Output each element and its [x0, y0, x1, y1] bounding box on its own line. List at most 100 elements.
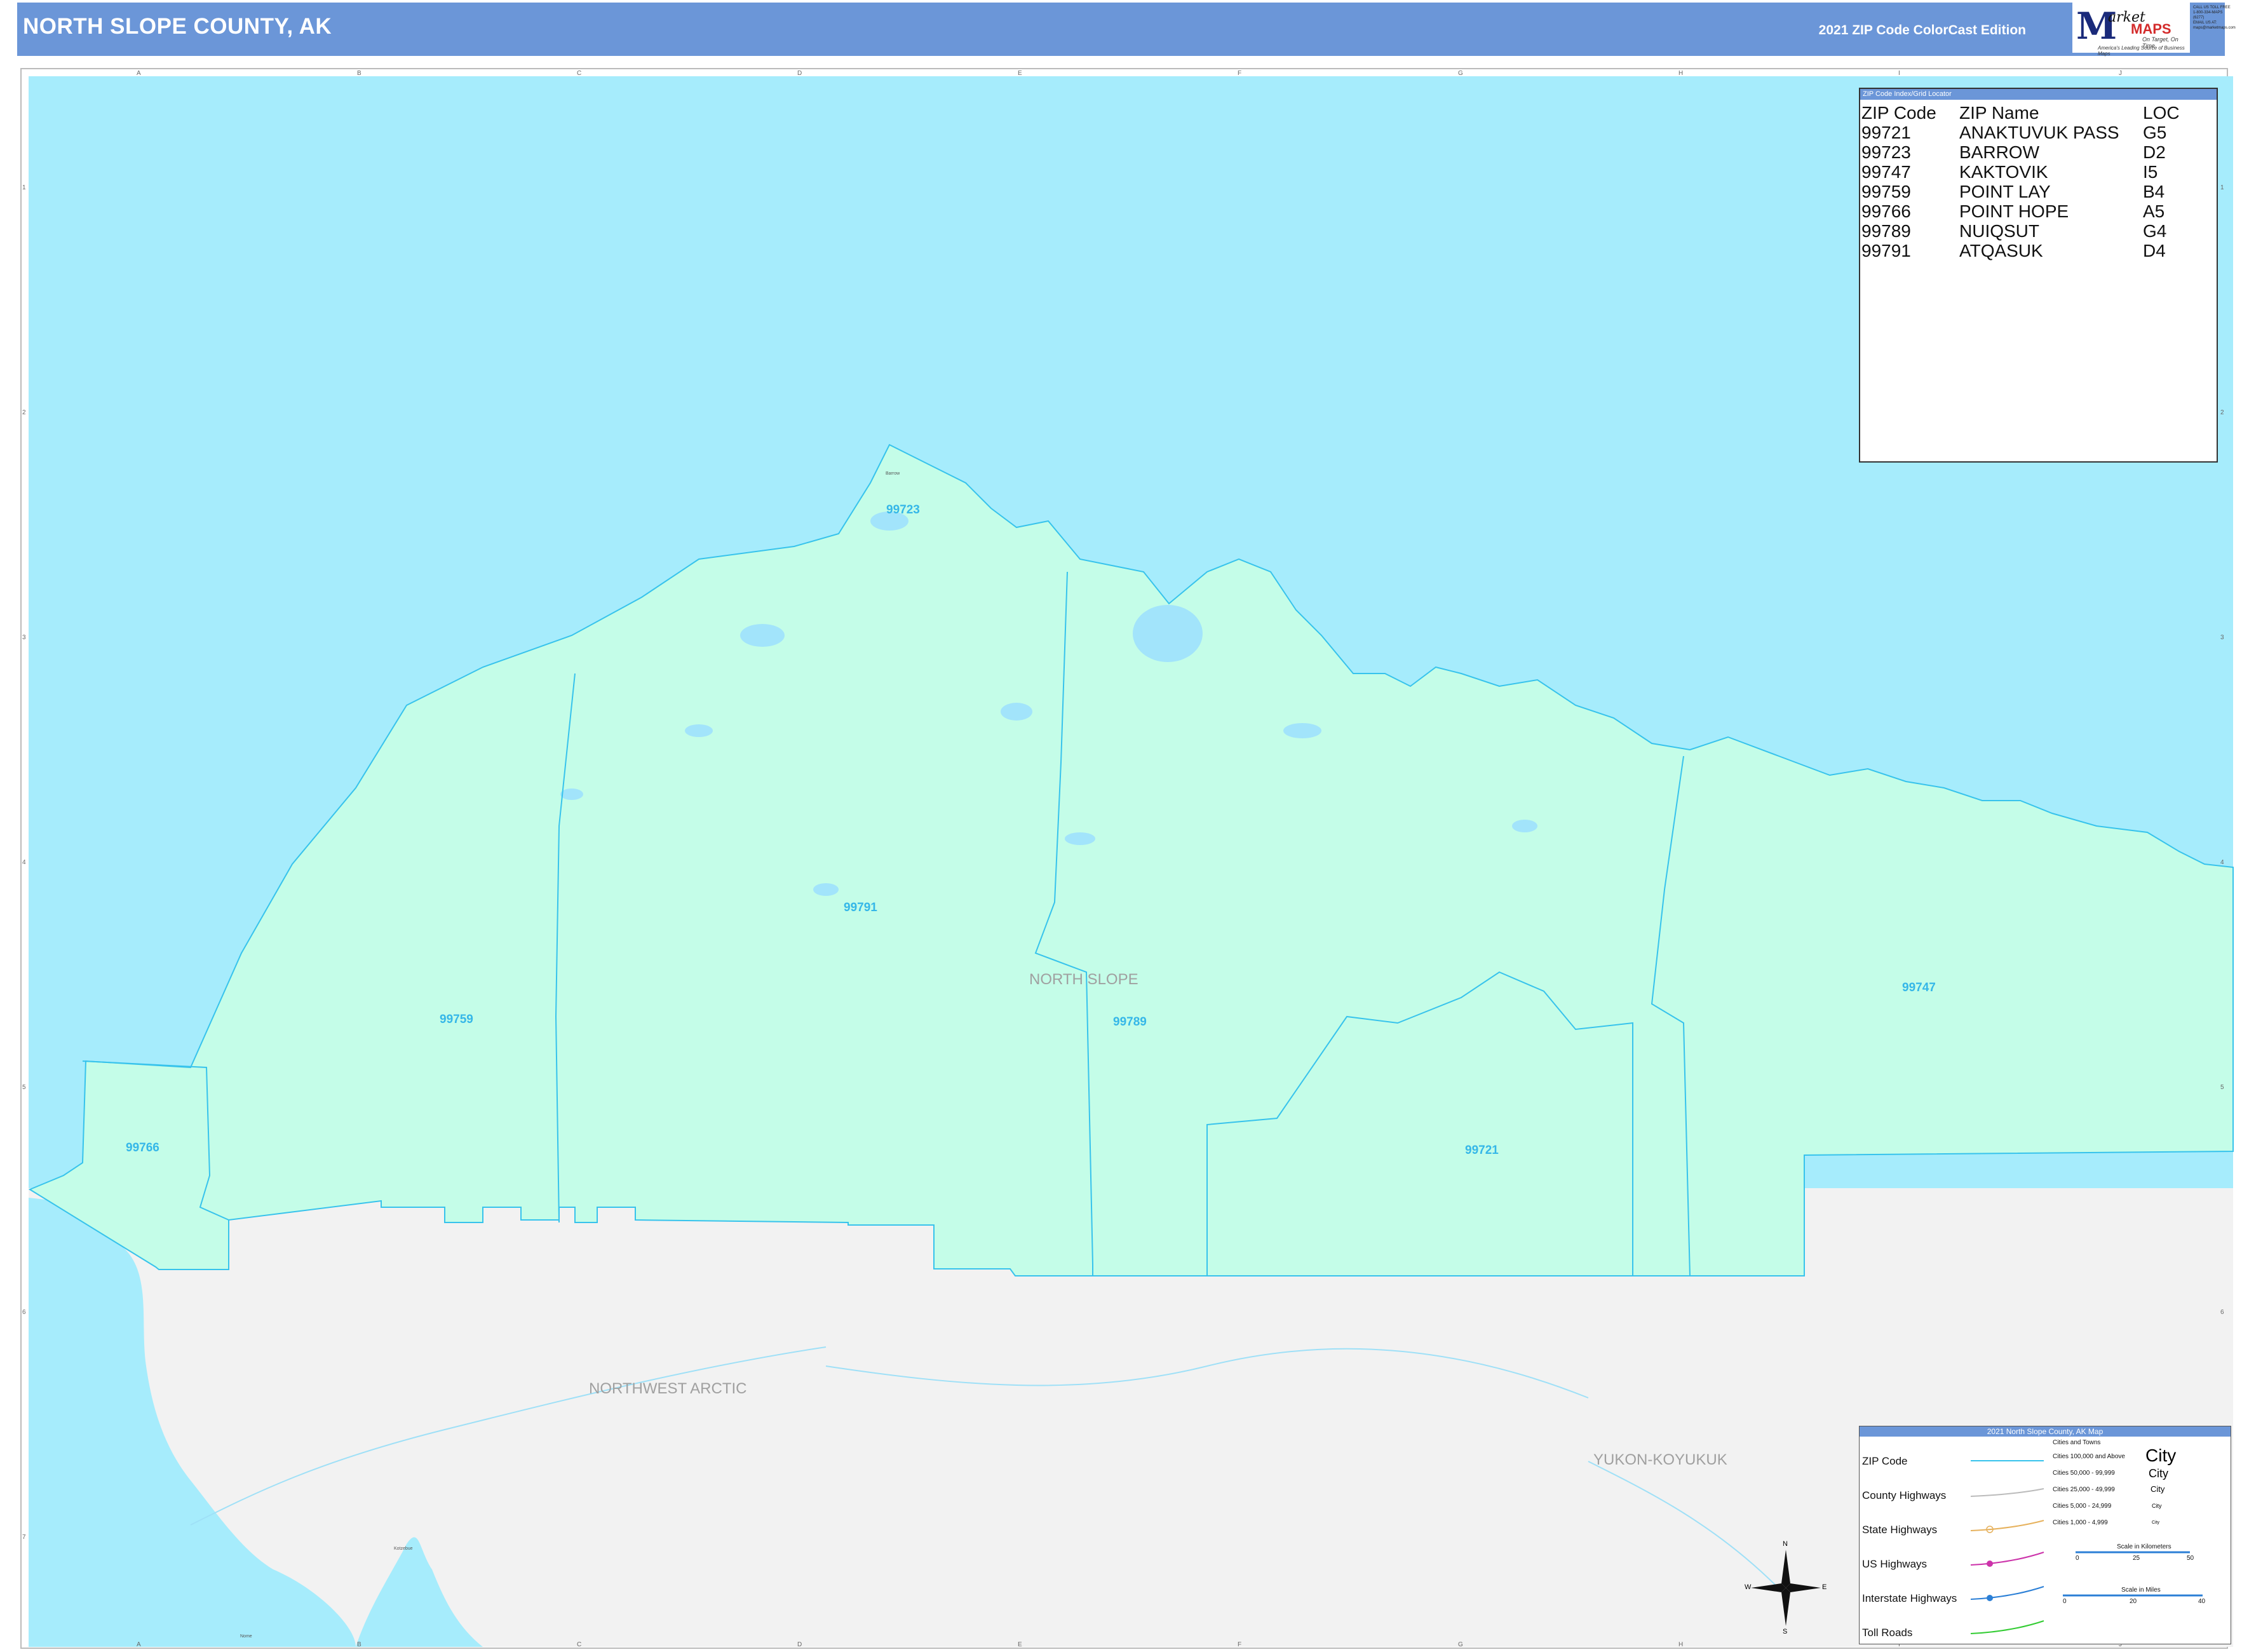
grid-col-label: F	[1238, 1641, 1242, 1648]
table-row: 99723 BARROW D2	[1861, 142, 2182, 162]
zip-loc-cell: A5	[2143, 201, 2165, 221]
scale-km-title: Scale in Kilometers	[2117, 1543, 2171, 1550]
legend-city-sample: City	[2152, 1520, 2160, 1525]
grid-row-label: 4	[22, 859, 26, 866]
grid-row-label: 1	[2220, 184, 2224, 191]
grid-col-label: G	[1458, 1641, 1463, 1648]
scale-miles-tick: 0	[2063, 1598, 2067, 1605]
zip-name-cell: POINT HOPE	[1959, 201, 2069, 221]
grid-col-label: B	[357, 1641, 361, 1648]
legend-city-class: Cities 25,000 - 49,999	[2053, 1486, 2115, 1493]
scale-miles-tick: 40	[2198, 1598, 2206, 1605]
zip-loc-cell: G5	[2143, 123, 2167, 142]
scale-miles-title: Scale in Miles	[2121, 1587, 2161, 1594]
table-row: 99721 ANAKTUVUK PASS G5	[1861, 123, 2182, 142]
region-label-northwest-arctic: NORTHWEST ARCTIC	[589, 1380, 747, 1397]
grid-col-label: H	[1678, 70, 1684, 77]
grid-row-label: 5	[2220, 1084, 2224, 1091]
grid-col-label: E	[1018, 70, 1022, 77]
grid-row-label: 3	[22, 634, 26, 641]
table-row: 99789 NUIQSUT G4	[1861, 221, 2182, 241]
scale-km-tick: 0	[2076, 1555, 2079, 1562]
grid-col-label: B	[357, 70, 361, 77]
grid-row-label: 4	[2220, 859, 2224, 866]
grid-col-label: F	[1238, 70, 1242, 77]
legend-city-class: Cities 1,000 - 4,999	[2053, 1519, 2108, 1526]
zip-index-header-row: ZIP Code ZIP Name LOC	[1861, 103, 2182, 123]
zip-code-cell: 99747	[1861, 162, 1911, 182]
grid-row-label: 1	[22, 184, 26, 191]
zip-code-cell: 99766	[1861, 201, 1911, 221]
zip-label[interactable]: 99723	[886, 503, 920, 517]
grid-col-label: G	[1458, 70, 1463, 77]
grid-row-label: 5	[22, 1084, 26, 1091]
grid-col-label: D	[797, 1641, 802, 1648]
table-row: 99791 ATQASUK D4	[1861, 241, 2182, 261]
zip-label[interactable]: 99789	[1113, 1015, 1147, 1029]
legend-city-sample: City	[2151, 1484, 2165, 1494]
legend-panel: 2021 North Slope County, AK Map ZIP Code…	[1859, 1426, 2231, 1644]
grid-col-label: A	[137, 1641, 141, 1648]
grid-col-label: C	[577, 70, 582, 77]
legend-city-sample: City	[2149, 1467, 2168, 1480]
grid-col-label: E	[1018, 1641, 1022, 1648]
table-row: 99759 POINT LAY B4	[1861, 182, 2182, 201]
zip-name-cell: NUIQSUT	[1959, 221, 2039, 241]
legend-city-sample: City	[2152, 1503, 2162, 1509]
zip-loc-cell: D2	[2143, 142, 2166, 162]
zip-index-col-header: ZIP Name	[1959, 103, 2039, 123]
grid-row-label: 7	[22, 1534, 26, 1541]
legend-city-class: Cities 5,000 - 24,999	[2053, 1503, 2112, 1510]
zip-loc-cell: G4	[2143, 221, 2167, 241]
table-row: 99747 KAKTOVIK I5	[1861, 162, 2182, 182]
zip-code-cell: 99791	[1861, 241, 1911, 261]
zip-label[interactable]: 99759	[440, 1013, 473, 1027]
zip-name-cell: KAKTOVIK	[1959, 162, 2048, 182]
zip-code-cell: 99721	[1861, 123, 1911, 142]
grid-col-label: A	[137, 70, 141, 77]
compass-n: N	[1783, 1540, 1788, 1548]
compass-rose: N S W E	[1745, 1540, 1827, 1635]
zip-loc-cell: I5	[2143, 162, 2158, 182]
table-row: 99766 POINT HOPE A5	[1861, 201, 2182, 221]
region-label-yukon-koyukuk: YUKON-KOYUKUK	[1593, 1451, 1727, 1468]
legend-city-class: Cities 100,000 and Above	[2053, 1453, 2125, 1460]
grid-col-label: J	[2119, 70, 2122, 77]
grid-row-label: 2	[2220, 409, 2224, 416]
zip-index-table: ZIP Code ZIP Name LOC 99721 ANAKTUVUK PAS…	[1861, 103, 2182, 261]
zip-name-cell: POINT LAY	[1959, 182, 2051, 201]
grid-row-label: 6	[2220, 1309, 2224, 1316]
zip-label[interactable]: 99721	[1465, 1144, 1499, 1158]
grid-col-label: D	[797, 70, 802, 77]
scale-km-tick: 50	[2187, 1555, 2194, 1562]
zip-index-panel: ZIP Code Index/Grid Locator ZIP Code ZIP…	[1859, 88, 2218, 463]
zip-loc-cell: D4	[2143, 241, 2166, 261]
zip-index-col-header: LOC	[2143, 103, 2180, 123]
zip-label[interactable]: 99747	[1902, 981, 1936, 995]
town-label: Kotzebue	[394, 1547, 413, 1551]
scale-miles-tick: 20	[2130, 1598, 2137, 1605]
zip-name-cell: ATQASUK	[1959, 241, 2043, 261]
town-label: Barrow	[886, 471, 900, 476]
zip-name-cell: BARROW	[1959, 142, 2039, 162]
region-label-north-slope: NORTH SLOPE	[1029, 971, 1138, 988]
zip-index-title: ZIP Code Index/Grid Locator	[1860, 89, 2217, 100]
zip-label[interactable]: 99791	[844, 901, 877, 915]
zip-label[interactable]: 99766	[126, 1141, 159, 1155]
legend-city-sample: City	[2145, 1446, 2177, 1465]
zip-index-col-header: ZIP Code	[1861, 103, 1936, 123]
zip-name-cell: ANAKTUVUK PASS	[1959, 123, 2119, 142]
zip-code-cell: 99723	[1861, 142, 1911, 162]
grid-row-label: 6	[22, 1309, 26, 1316]
legend-city-class: Cities 50,000 - 99,999	[2053, 1470, 2115, 1477]
legend-cities-title: Cities and Towns	[2053, 1439, 2101, 1446]
grid-col-label: I	[1898, 70, 1900, 77]
scale-km-tick: 25	[2133, 1555, 2140, 1562]
compass-s: S	[1783, 1628, 1788, 1635]
zip-code-cell: 99789	[1861, 221, 1911, 241]
compass-w: W	[1745, 1583, 1752, 1591]
compass-e: E	[1822, 1583, 1827, 1591]
compass-icon	[1751, 1550, 1821, 1626]
town-label: Nome	[240, 1634, 252, 1639]
grid-col-label: H	[1678, 1641, 1684, 1648]
